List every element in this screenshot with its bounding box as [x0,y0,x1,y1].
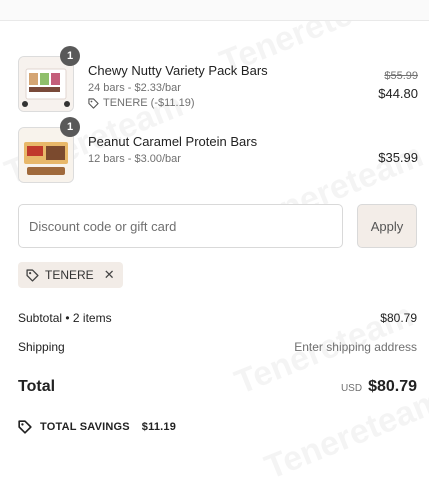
discount-code-input[interactable] [18,204,343,248]
item-discount: TENERE (-$11.19) [88,97,195,109]
quantity-badge: 1 [60,46,80,66]
tag-icon [26,268,39,282]
compare-at-price: $55.99 [384,70,418,82]
total-value: $80.79 [368,378,417,395]
savings-value: $11.19 [141,421,177,433]
total-label: Total [18,378,56,395]
shipping-value: Enter shipping address [294,340,417,354]
remove-discount-icon[interactable]: ✕ [104,267,115,283]
shipping-label: Shipping [18,340,65,354]
subtotal-value: $80.79 [380,311,417,325]
quantity-badge: 1 [60,117,80,137]
product-name: Chewy Nutty Variety Pack Bars [88,63,268,78]
shipping-row: Shipping Enter shipping address [18,340,417,354]
header-strip [0,0,429,21]
cart-item: 1 Chewy Nutty Variety Pack Bars 24 bars … [18,46,418,116]
product-name: Peanut Caramel Protein Bars [88,134,258,149]
apply-discount-button[interactable]: Apply [357,204,417,248]
item-price: $44.80 [378,86,418,101]
subtotal-row: Subtotal • 2 items $80.79 [18,311,417,325]
savings-label: TOTAL SAVINGS [40,421,130,433]
subtotal-label: Subtotal • 2 items [18,311,112,325]
applied-discount-code: TENERE [45,268,94,282]
total-row: Total USD $80.79 [18,378,417,396]
product-variant: 24 bars - $2.33/bar [88,82,181,94]
tag-icon [18,420,32,434]
tag-icon [88,97,99,109]
item-price: $35.99 [378,150,418,165]
currency-code: USD [340,383,363,394]
product-variant: 12 bars - $3.00/bar [88,153,181,165]
watermark: Tenereteam [260,381,429,488]
total-amount: USD $80.79 [341,378,417,396]
applied-discount-chip: TENERE ✕ [18,262,123,288]
total-savings: TOTAL SAVINGS $11.19 [18,420,176,434]
cart-item: 1 Peanut Caramel Protein Bars 12 bars - … [18,117,418,187]
item-discount-label: TENERE (-$11.19) [103,97,195,109]
